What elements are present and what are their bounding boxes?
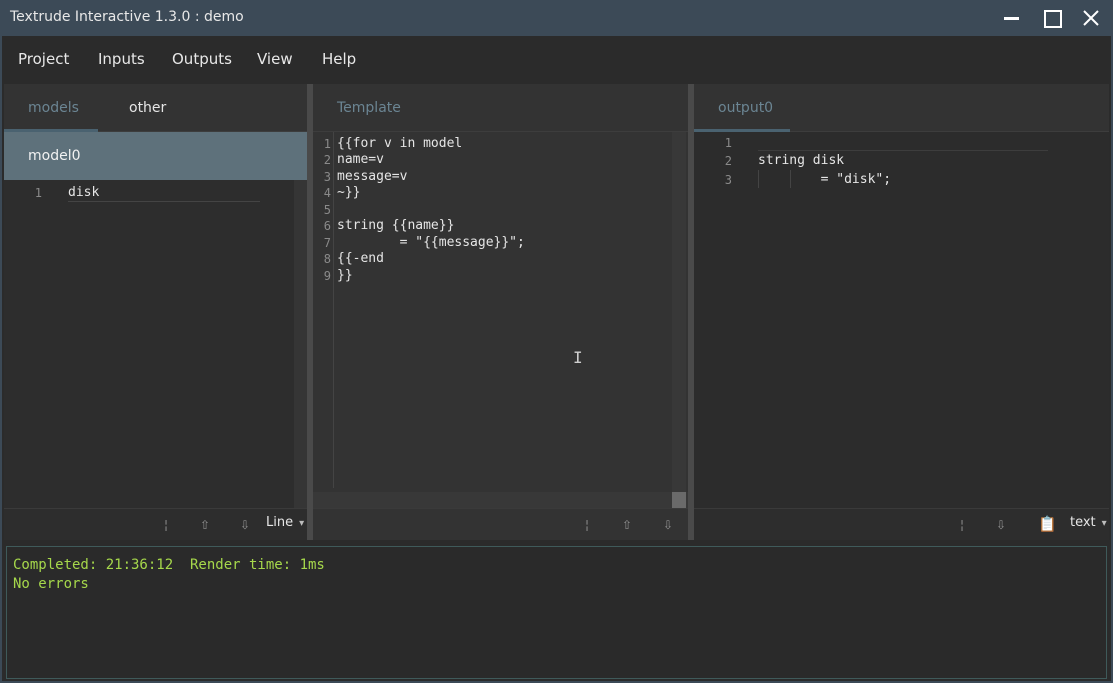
arrow-down-icon[interactable]: ⇩ [996, 518, 1006, 532]
code-line: = "disk"; [758, 172, 892, 187]
line-number: 7 [323, 236, 331, 250]
output-format-dropdown[interactable]: text [1070, 515, 1107, 530]
code-line: = "{{message}}"; [337, 235, 525, 250]
template-statusbar: ¦ ⇧ ⇩ [313, 508, 688, 540]
model-editor[interactable]: 1 disk [4, 180, 307, 508]
code-line: string disk [758, 153, 845, 168]
split-icon[interactable]: ¦ [164, 518, 168, 532]
code-line: name=v [337, 152, 384, 167]
tab-models[interactable]: models [28, 100, 79, 116]
line-number: 1 [323, 137, 331, 151]
text-cursor-icon: I [573, 348, 583, 367]
input-panel: models other model0 1 disk ¦ ⇧ ⇩ Line [4, 84, 307, 540]
line-number: 8 [323, 252, 331, 266]
arrow-down-icon[interactable]: ⇩ [240, 518, 250, 532]
scroll-corner [672, 492, 686, 508]
output-tabbar: output0 [694, 84, 1109, 132]
line-number: 2 [323, 153, 331, 167]
code-line: message=v [337, 169, 408, 184]
line-number: 2 [724, 154, 732, 168]
tab-other[interactable]: other [129, 100, 166, 116]
model-item-label: model0 [28, 148, 81, 164]
indent-guide [790, 170, 791, 188]
current-line-marker [68, 201, 260, 202]
template-panel: Template 1 {{for v in model 2 name=v 3 m… [313, 84, 688, 540]
arrow-up-icon[interactable]: ⇧ [622, 518, 632, 532]
code-line: ~}} [337, 185, 361, 200]
line-number: 3 [323, 170, 331, 184]
split-icon[interactable]: ¦ [585, 518, 589, 532]
menu-view[interactable]: View [257, 50, 293, 68]
code-line: string {{name}} [337, 218, 455, 233]
model-item[interactable]: model0 [4, 132, 307, 180]
code-line: {{for v in model [337, 136, 463, 151]
arrow-up-icon[interactable]: ⇧ [200, 518, 210, 532]
line-number: 9 [323, 269, 331, 283]
arrow-down-icon[interactable]: ⇩ [663, 518, 673, 532]
output-statusbar: ¦ ⇩ 📋 text [694, 508, 1109, 540]
input-statusbar: ¦ ⇧ ⇩ Line [4, 508, 307, 540]
menu-bar: Project Inputs Outputs View Help [2, 36, 1111, 82]
maximize-button[interactable] [1036, 4, 1066, 32]
output-panel: output0 1 2 string disk 3 = "disk"; ¦ ⇩ … [694, 84, 1109, 540]
code-line: }} [337, 268, 353, 283]
line-mode-dropdown[interactable]: Line [266, 515, 304, 530]
close-button[interactable] [1076, 4, 1106, 32]
vertical-scrollbar[interactable] [294, 180, 307, 508]
console-errors-line: No errors [13, 576, 89, 592]
horizontal-scrollbar[interactable] [313, 492, 688, 508]
template-tabbar: Template [313, 84, 688, 132]
line-number: 1 [724, 136, 732, 150]
split-icon[interactable]: ¦ [960, 518, 964, 532]
tab-template[interactable]: Template [337, 100, 401, 116]
status-console: Completed: 21:36:12 Render time: 1ms No … [6, 546, 1107, 679]
code-line: {{-end [337, 251, 384, 266]
current-line-marker [758, 150, 1048, 151]
output-editor[interactable]: 1 2 string disk 3 = "disk"; [694, 132, 1109, 508]
tab-output0[interactable]: output0 [718, 100, 773, 116]
clipboard-icon[interactable]: 📋 [1038, 515, 1057, 533]
title-bar: Textrude Interactive 1.3.0 : demo [0, 0, 1113, 36]
console-status-line: Completed: 21:36:12 Render time: 1ms [13, 557, 325, 573]
gutter-divider [333, 132, 334, 488]
line-number: 5 [323, 203, 331, 217]
menu-help[interactable]: Help [322, 50, 356, 68]
template-editor[interactable]: 1 {{for v in model 2 name=v 3 message=v … [313, 132, 688, 508]
menu-outputs[interactable]: Outputs [172, 50, 232, 68]
minimize-button[interactable] [996, 4, 1026, 32]
line-number: 4 [323, 186, 331, 200]
close-icon [1083, 10, 1099, 26]
menu-inputs[interactable]: Inputs [98, 50, 145, 68]
code-line: disk [68, 185, 100, 200]
line-number: 3 [724, 173, 732, 187]
menu-project[interactable]: Project [18, 50, 69, 68]
input-tabbar: models other [4, 84, 307, 132]
line-number: 6 [323, 219, 331, 233]
vertical-scrollbar[interactable] [672, 132, 686, 492]
indent-guide [758, 170, 759, 188]
line-number: 1 [34, 186, 42, 200]
window-title: Textrude Interactive 1.3.0 : demo [10, 9, 244, 25]
